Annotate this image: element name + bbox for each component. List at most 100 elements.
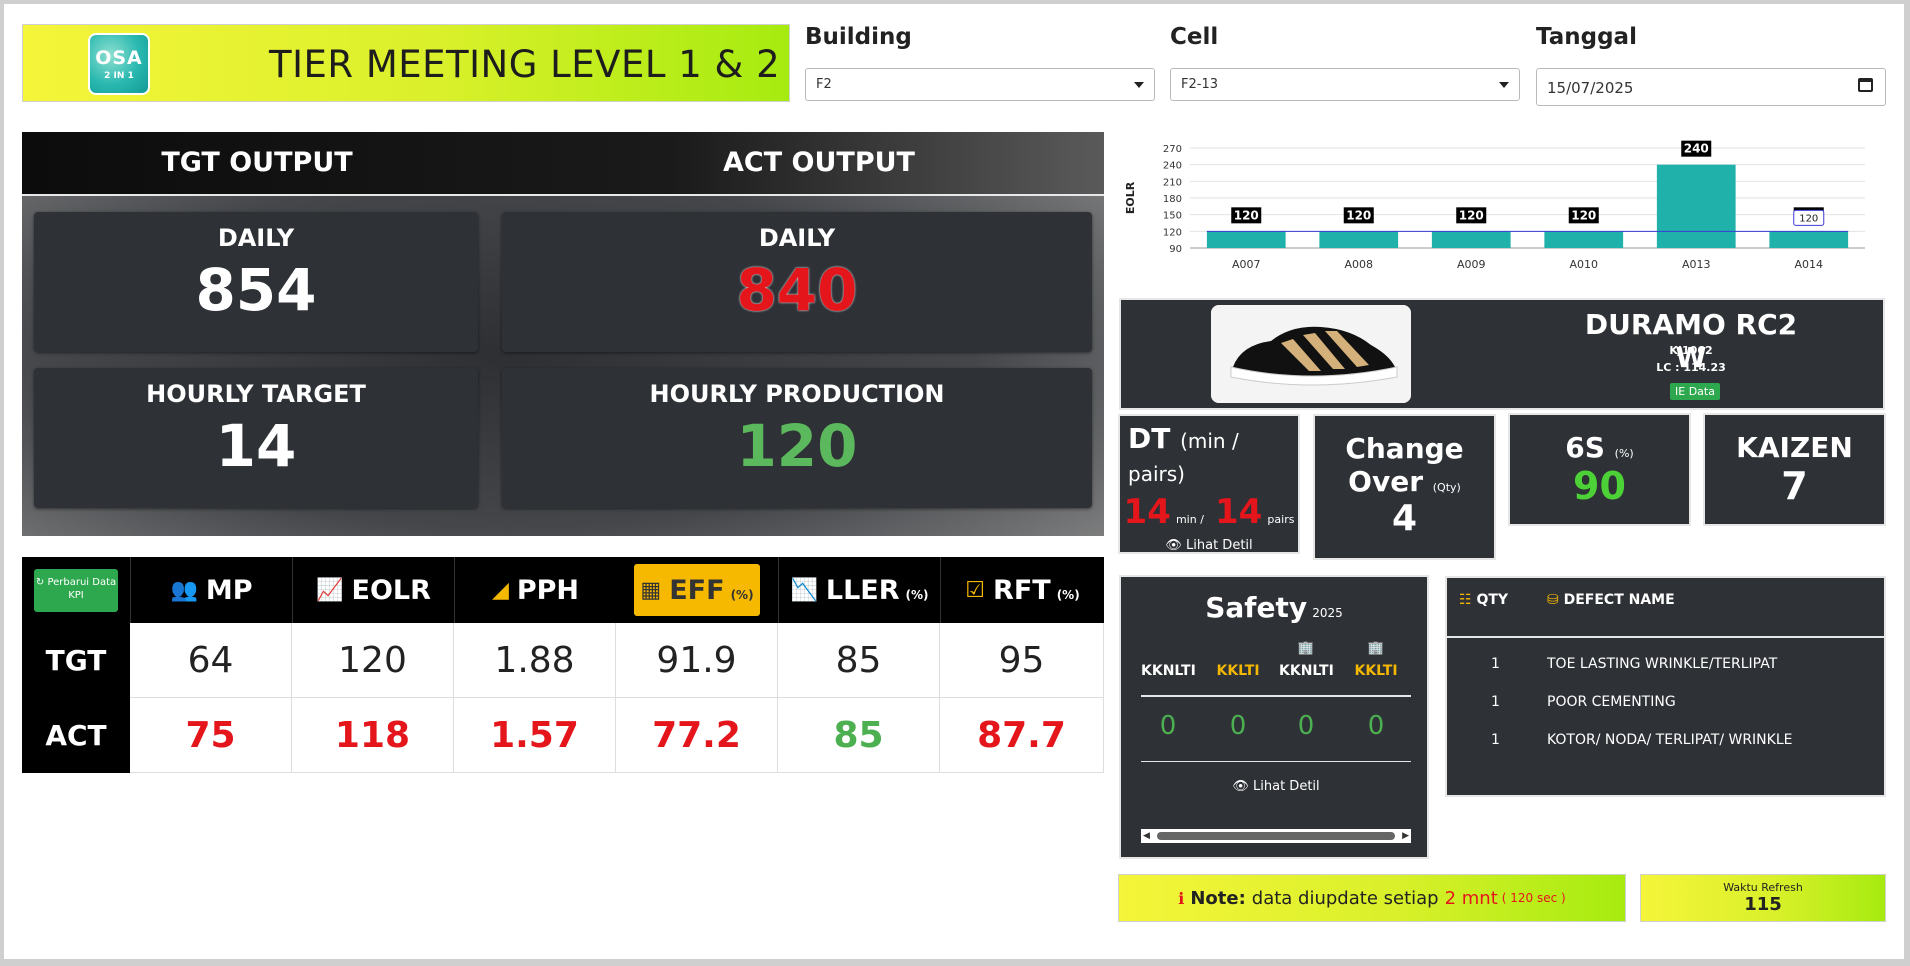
scroll-right-icon[interactable]: ▶ <box>1402 831 1409 841</box>
info-icon: ℹ <box>1178 888 1185 908</box>
safety-detail-link[interactable]: 👁 Lihat Detil <box>1121 779 1431 794</box>
six-s-card: 6S (%) 90 <box>1508 413 1691 526</box>
defect-divider <box>1447 636 1884 638</box>
safety-scrollbar[interactable]: ◀ ▶ <box>1141 829 1411 843</box>
table-row: 1 POOR CEMENTING <box>1447 694 1884 716</box>
kpi-cell: 1.57 <box>454 698 616 773</box>
note-interval: 2 mnt <box>1444 887 1498 909</box>
chevron-down-icon <box>1134 82 1144 88</box>
hourly-target-card: HOURLY TARGET 14 <box>34 368 478 508</box>
act-daily-value: 840 <box>736 256 858 324</box>
safety-col-kklti: KKLTI <box>1354 663 1398 679</box>
y-tick-label: 270 <box>1163 144 1182 155</box>
bar <box>1319 231 1399 248</box>
kpi-table: ↻ Perbarui Data KPI 👥 MP 📈 EOLR ◢ PPH ▦ EFF (… <box>22 557 1104 773</box>
kpi-col-label: PPH <box>516 574 580 606</box>
change-over-unit: (Qty) <box>1432 481 1461 494</box>
bar <box>1206 231 1286 248</box>
bar <box>1769 231 1849 248</box>
safety-value: 0 <box>1159 711 1177 741</box>
y-tick-label: 90 <box>1169 244 1182 255</box>
chevron-down-icon <box>1499 82 1509 88</box>
kpi-row-label: TGT <box>22 623 130 698</box>
kpi-col-rft: ☑ RFT (%) <box>940 557 1104 623</box>
scroll-left-icon[interactable]: ◀ <box>1143 831 1150 841</box>
kpi-cell: 95 <box>940 623 1104 698</box>
dt-detail-label: Lihat Detil <box>1186 538 1253 553</box>
list-icon: ☷ <box>1459 592 1472 608</box>
date-label: Tanggal <box>1536 24 1637 50</box>
kaizen-value: 7 <box>1781 464 1808 508</box>
six-s-title: 6S <box>1565 431 1605 464</box>
change-over-value: 4 <box>1391 498 1418 539</box>
dt-min-unit: min / <box>1175 513 1204 526</box>
building-select[interactable]: F2 <box>805 68 1155 101</box>
table-row: 1 KOTOR/ NODA/ TERLIPAT/ WRINKLE <box>1447 732 1884 754</box>
safety-value: 0 <box>1229 711 1247 741</box>
y-tick-label: 120 <box>1163 227 1182 238</box>
kpi-col-label: EOLR <box>351 574 431 606</box>
logo-text: OSA <box>95 47 143 69</box>
defect-qty: 1 <box>1491 694 1500 710</box>
building-label: Building <box>805 24 912 50</box>
cell-select[interactable]: F2-13 <box>1170 68 1520 101</box>
refresh-kpi-button[interactable]: ↻ Perbarui Data KPI <box>34 569 118 612</box>
y-tick-label: 240 <box>1163 161 1182 172</box>
safety-value: 0 <box>1367 711 1385 741</box>
x-tick-label: A007 <box>1232 258 1261 271</box>
output-panel: TGT OUTPUT ACT OUTPUT DAILY 854 DAILY 84… <box>22 132 1104 536</box>
y-axis-label: EOLR <box>1124 181 1137 214</box>
kpi-cell: 1.88 <box>454 623 616 698</box>
defect-table: ☷ QTY ⛁ DEFECT NAME 1 TOE LASTING WRINKL… <box>1445 576 1886 797</box>
change-over-title: Change <box>1345 432 1464 465</box>
tgt-output-header: TGT OUTPUT <box>161 147 353 178</box>
kpi-cell: 64 <box>130 623 292 698</box>
line-chart-icon: 📈 <box>316 577 344 603</box>
safety-col-kknlti: KKNLTI <box>1141 663 1196 679</box>
x-tick-label: A013 <box>1682 258 1711 271</box>
act-daily-label: DAILY <box>758 224 836 252</box>
refresh-timer-label: Waktu Refresh <box>1723 881 1803 894</box>
calendar-icon[interactable] <box>1858 78 1873 92</box>
kpi-row-act: ACT 75 118 1.57 77.2 85 87.7 <box>22 698 1104 773</box>
qty-header-label: QTY <box>1476 592 1509 608</box>
hourly-target-value: 14 <box>215 412 297 480</box>
hourly-target-label: HOURLY TARGET <box>146 380 366 408</box>
safety-divider <box>1141 761 1411 762</box>
dt-card: DT (min / pairs) 14 min / 14 pairs 👁 Lih… <box>1118 414 1300 554</box>
tgt-daily-card: DAILY 854 <box>34 212 478 352</box>
eolr-chart: EOLR 90 120 150 180 210 240 270 120 A007 120 A008 12… <box>1120 128 1870 278</box>
database-icon: ⛁ <box>1547 592 1559 608</box>
building-select-value: F2 <box>816 77 832 92</box>
hourly-production-value: 120 <box>736 412 858 480</box>
kpi-cell: 91.9 <box>616 623 778 698</box>
act-output-header: ACT OUTPUT <box>723 147 915 178</box>
cell-select-value: F2-13 <box>1181 77 1218 92</box>
x-tick-label: A008 <box>1344 258 1373 271</box>
dt-detail-link[interactable]: 👁 Lihat Detil <box>1120 538 1298 553</box>
eolr-chart-svg: EOLR 90 120 150 180 210 240 270 120 A007 120 A008 12… <box>1124 140 1865 271</box>
kpi-cell: 85 <box>778 623 940 698</box>
y-tick-label: 150 <box>1163 211 1182 222</box>
data-label: 120 <box>1571 208 1596 222</box>
kpi-cell: 75 <box>130 698 292 773</box>
title-banner: OSA 2 IN 1 TIER MEETING LEVEL 1 & 2 <box>22 24 790 102</box>
kpi-col-eff[interactable]: ▦ EFF (%) <box>634 564 760 616</box>
check-square-icon: ☑ <box>965 577 986 603</box>
defect-qty: 1 <box>1491 656 1500 672</box>
tgt-daily-label: DAILY <box>217 224 295 252</box>
eye-icon: 👁 <box>1165 538 1182 553</box>
data-label: 120 <box>1234 208 1259 222</box>
kpi-col-mp: 👥 MP <box>130 557 292 623</box>
table-icon: ▦ <box>640 577 662 603</box>
product-code: KJ1062 <box>1669 344 1713 357</box>
kpi-cell: 87.7 <box>940 698 1104 773</box>
bar <box>1656 164 1736 248</box>
kpi-col-unit: (%) <box>1056 588 1080 602</box>
safety-divider <box>1141 695 1411 697</box>
data-label: 120 <box>1459 208 1484 222</box>
kpi-col-label: LLER <box>825 574 900 606</box>
ie-data-badge[interactable]: IE Data <box>1670 383 1720 400</box>
date-input[interactable]: 15/07/2025 <box>1536 68 1886 106</box>
scrollbar-thumb[interactable] <box>1157 832 1395 840</box>
